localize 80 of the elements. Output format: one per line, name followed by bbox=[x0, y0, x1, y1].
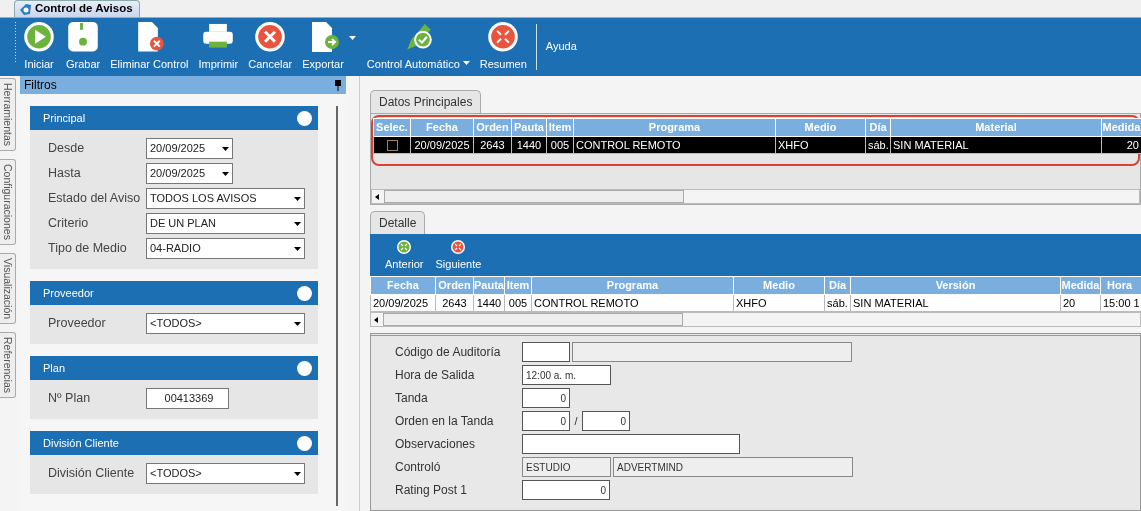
field-label: Nº Plan bbox=[48, 390, 92, 408]
horizontal-scrollbar[interactable] bbox=[371, 189, 1140, 204]
input-field[interactable] bbox=[522, 434, 740, 454]
collapse-icon bbox=[451, 239, 466, 254]
input-field[interactable]: 0 bbox=[582, 411, 630, 431]
input-field: ESTUDIO bbox=[522, 457, 611, 477]
input-field[interactable]: 00413369 bbox=[146, 388, 229, 409]
side-tab[interactable]: Visualización bbox=[0, 252, 16, 324]
input-field[interactable]: 0 bbox=[522, 480, 610, 500]
caret-icon bbox=[293, 196, 301, 201]
nav-button[interactable]: Siguiente bbox=[430, 234, 487, 276]
nav-button[interactable]: Anterior bbox=[380, 234, 429, 276]
field-label: Observaciones bbox=[395, 436, 477, 453]
table-row[interactable]: 20/09/2025 2643 1440 005 CONTROL REMOTO XHFO sáb. SIN MATERIAL 20 bbox=[373, 136, 1141, 154]
cancel-icon bbox=[253, 20, 288, 54]
caret-icon bbox=[293, 471, 301, 476]
dropdown-field[interactable]: <TODOS> bbox=[146, 463, 305, 484]
section-title: División Cliente bbox=[43, 435, 119, 451]
collapse-button[interactable] bbox=[297, 110, 312, 126]
collapse-button[interactable] bbox=[297, 435, 312, 451]
dropdown-field[interactable]: 04-RADIO bbox=[146, 238, 305, 259]
panel-title: Filtros bbox=[24, 77, 57, 94]
side-tab[interactable]: Herramientas bbox=[0, 78, 16, 152]
dropdown-field[interactable]: <TODOS> bbox=[146, 313, 305, 334]
caret-icon bbox=[293, 246, 301, 251]
side-tab[interactable]: Configuraciones bbox=[0, 159, 16, 245]
date-field[interactable]: 20/09/2025 bbox=[146, 138, 233, 159]
window-title: Control de Avisos bbox=[35, 1, 133, 17]
field-label: Orden en la Tanda bbox=[395, 413, 495, 430]
toolbar-button[interactable]: Resumen bbox=[474, 18, 532, 76]
field-label: División Cliente bbox=[48, 465, 136, 483]
toolbar-button[interactable]: Iniciar bbox=[17, 18, 61, 76]
window-tab[interactable]: Control de Avisos bbox=[14, 0, 140, 17]
toolbar-button[interactable]: Ayuda bbox=[540, 18, 582, 76]
play-icon bbox=[22, 20, 56, 54]
toolbar-button[interactable]: Exportar bbox=[297, 17, 349, 77]
toolbar-button[interactable]: Imprimir bbox=[193, 18, 244, 76]
pin-icon bbox=[334, 79, 342, 91]
checkbox[interactable] bbox=[386, 140, 398, 152]
side-tab[interactable]: Referencias bbox=[0, 332, 16, 399]
field-label: Desde bbox=[48, 140, 86, 158]
collapse-button[interactable] bbox=[297, 360, 312, 376]
field-label: Hasta bbox=[48, 165, 82, 183]
toolbar-button[interactable]: Grabar bbox=[61, 18, 106, 76]
input-field[interactable]: 0 bbox=[522, 411, 570, 431]
input-field[interactable] bbox=[522, 342, 570, 362]
save-icon bbox=[66, 20, 101, 54]
caret-icon bbox=[221, 146, 229, 151]
caret-icon bbox=[293, 221, 301, 226]
separator-text: / bbox=[573, 413, 579, 429]
field-label: Hora de Salida bbox=[395, 367, 476, 384]
field-label: Proveedor bbox=[48, 315, 107, 333]
field-label: Criterio bbox=[48, 215, 90, 233]
input-field[interactable]: 12:00 a. m. bbox=[522, 365, 611, 385]
expand-icon bbox=[397, 239, 412, 254]
collapse-icon bbox=[486, 20, 521, 54]
field-label: Rating Post 1 bbox=[395, 482, 469, 499]
field-label: Tanda bbox=[395, 390, 429, 407]
section-title: Plan bbox=[43, 360, 66, 376]
section-title: Proveedor bbox=[43, 285, 94, 301]
caret-icon bbox=[221, 171, 229, 176]
caret-icon bbox=[293, 321, 301, 326]
field-label: Controló bbox=[395, 459, 442, 476]
toolbar-button[interactable]: Eliminar Control bbox=[105, 18, 194, 76]
field-label: Tipo de Medio bbox=[48, 240, 128, 258]
input-field[interactable]: 0 bbox=[522, 388, 570, 408]
field-label: Estado del Aviso bbox=[48, 190, 142, 208]
field-label: Código de Auditoría bbox=[395, 344, 502, 361]
toolbar-button[interactable]: Cancelar bbox=[243, 18, 298, 76]
panel-tab[interactable]: Detalle bbox=[370, 211, 426, 234]
input-field: ADVERTMIND bbox=[613, 457, 853, 477]
panel-tab[interactable]: Datos Principales bbox=[370, 90, 482, 113]
collapse-button[interactable] bbox=[297, 285, 312, 301]
dropdown-field[interactable]: DE UN PLAN bbox=[146, 213, 305, 234]
app-logo-icon bbox=[19, 2, 32, 16]
section-title: Principal bbox=[43, 110, 86, 126]
horizontal-scrollbar[interactable] bbox=[370, 312, 1141, 327]
toolbar-button[interactable]: Control Automático bbox=[361, 18, 475, 76]
date-field[interactable]: 20/09/2025 bbox=[146, 163, 233, 184]
dropdown-field[interactable]: TODOS LOS AVISOS bbox=[146, 188, 305, 209]
